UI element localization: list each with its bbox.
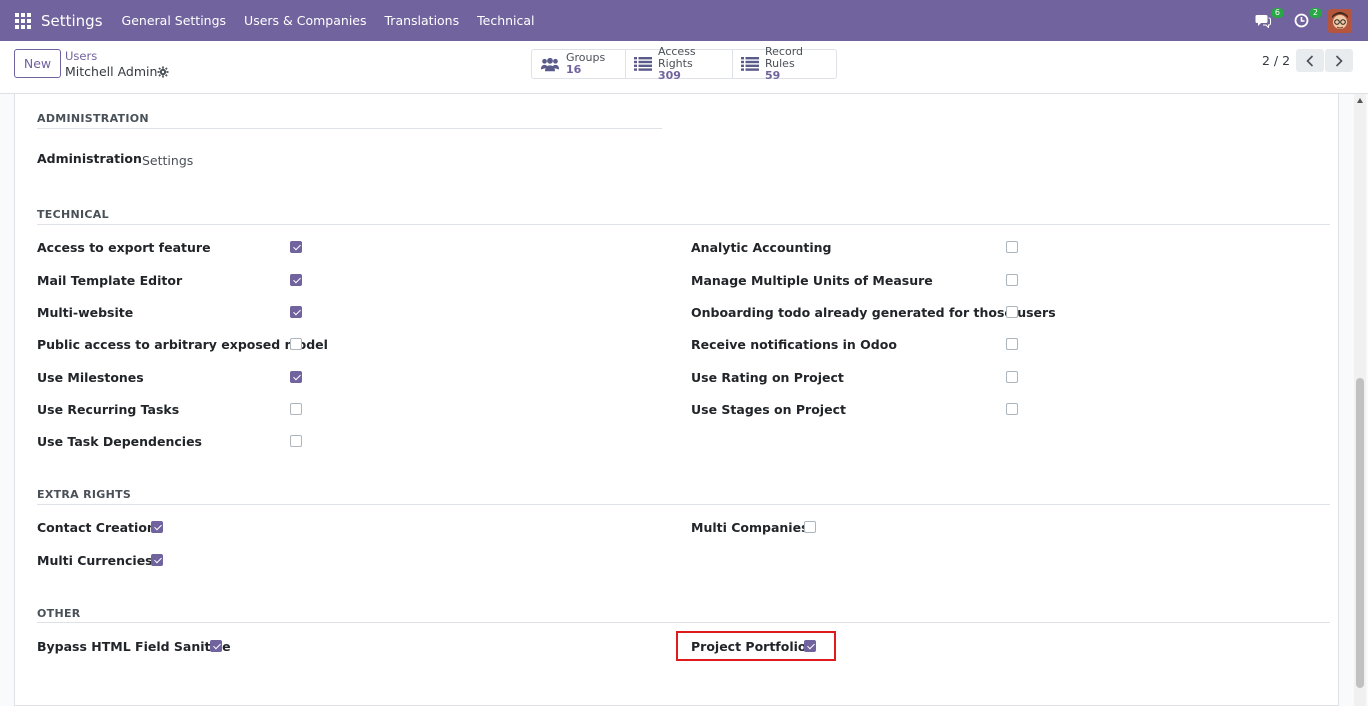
activities-button[interactable]: 2 — [1290, 7, 1322, 32]
field-label: Receive notifications in Odoo — [691, 337, 897, 352]
users-icon — [540, 56, 560, 72]
checkbox-multi-currencies[interactable] — [151, 554, 163, 566]
access-rights-smart-button[interactable]: Access Rights 309 — [626, 46, 733, 82]
scroll-up-arrow-icon[interactable] — [1357, 98, 1363, 103]
checkbox-mail-template-editor[interactable] — [290, 274, 302, 286]
access-rights-label: Access Rights — [658, 45, 696, 70]
section-divider — [37, 622, 1330, 623]
field-label: Multi Currencies — [37, 553, 153, 568]
messages-count-badge: 6 — [1270, 7, 1284, 18]
field-label: Use Task Dependencies — [37, 434, 202, 449]
checkbox-analytic-accounting[interactable] — [1006, 241, 1018, 253]
record-rules-label: Record Rules — [765, 45, 804, 70]
menu-general-settings[interactable]: General Settings — [122, 13, 227, 28]
chevron-right-icon — [1335, 54, 1343, 67]
clock-icon — [1294, 13, 1308, 28]
new-button[interactable]: New — [14, 49, 61, 78]
checkbox-project-portfolio[interactable] — [804, 640, 816, 652]
checkbox-multi-website[interactable] — [290, 306, 302, 318]
chat-icon — [1255, 14, 1271, 28]
field-label: Multi Companies — [691, 520, 809, 535]
pager-previous-button[interactable] — [1296, 49, 1324, 72]
checkbox-bypass-html-sanitize[interactable] — [210, 640, 222, 652]
field-label: Project Portfolio — [691, 639, 807, 654]
pager-value[interactable]: 2 / 2 — [1262, 53, 1290, 68]
section-divider — [37, 128, 662, 129]
access-rights-count: 309 — [658, 69, 681, 82]
vertical-scrollbar[interactable] — [1354, 94, 1366, 706]
gear-icon[interactable] — [157, 66, 169, 78]
breadcrumb-users[interactable]: Users — [65, 49, 97, 63]
administration-label: Administration — [37, 151, 142, 166]
field-label: Public access to arbitrary exposed model — [37, 337, 328, 352]
control-panel: New Users Mitchell Admin Groups 16 Acces… — [0, 41, 1368, 94]
menu-users-companies[interactable]: Users & Companies — [244, 13, 366, 28]
app-title[interactable]: Settings — [41, 12, 103, 30]
section-title-other: OTHER — [37, 607, 81, 620]
checkbox-access-export[interactable] — [290, 241, 302, 253]
field-label: Analytic Accounting — [691, 240, 832, 255]
scrollbar-thumb[interactable] — [1356, 378, 1364, 688]
menu-technical[interactable]: Technical — [477, 13, 534, 28]
breadcrumb-current: Mitchell Admin — [65, 64, 158, 79]
apps-menu-icon[interactable] — [15, 12, 31, 29]
field-label: Access to export feature — [37, 240, 211, 255]
field-label: Mail Template Editor — [37, 273, 183, 288]
checkbox-multi-companies[interactable] — [804, 521, 816, 533]
list-icon — [634, 56, 652, 72]
checkbox-contact-creation[interactable] — [151, 521, 163, 533]
checkbox-public-access[interactable] — [290, 338, 302, 350]
chevron-left-icon — [1306, 54, 1314, 67]
checkbox-units-of-measure[interactable] — [1006, 274, 1018, 286]
pager-next-button[interactable] — [1325, 49, 1353, 72]
activities-count-badge: 2 — [1308, 7, 1322, 18]
messages-button[interactable]: 6 — [1252, 7, 1284, 32]
menu-translations[interactable]: Translations — [385, 13, 460, 28]
checkbox-onboarding-todo[interactable] — [1006, 306, 1018, 318]
checkbox-notifications-odoo[interactable] — [1006, 338, 1018, 350]
form-sheet — [14, 94, 1339, 706]
checkbox-task-dependencies[interactable] — [290, 435, 302, 447]
checkbox-rating-project[interactable] — [1006, 371, 1018, 383]
top-navbar: Settings General Settings Users & Compan… — [0, 0, 1368, 41]
field-label: Use Rating on Project — [691, 370, 844, 385]
checkbox-use-milestones[interactable] — [290, 371, 302, 383]
record-rules-smart-button[interactable]: Record Rules 59 — [733, 46, 836, 82]
checkbox-recurring-tasks[interactable] — [290, 403, 302, 415]
field-label: Use Milestones — [37, 370, 144, 385]
section-title-administration: ADMINISTRATION — [37, 112, 149, 125]
section-title-extra-rights: EXTRA RIGHTS — [37, 488, 132, 501]
field-label: Use Stages on Project — [691, 402, 846, 417]
section-divider — [37, 504, 1330, 505]
field-label: Multi-website — [37, 305, 134, 320]
field-label: Bypass HTML Field Sanitize — [37, 639, 231, 654]
groups-smart-button[interactable]: Groups 16 — [532, 50, 626, 78]
user-avatar[interactable] — [1328, 8, 1352, 33]
field-label: Manage Multiple Units of Measure — [691, 273, 933, 288]
section-divider — [37, 224, 1330, 225]
list-icon — [741, 56, 759, 72]
field-label: Contact Creation — [37, 520, 156, 535]
record-rules-count: 59 — [765, 69, 781, 82]
checkbox-stages-project[interactable] — [1006, 403, 1018, 415]
field-label: Use Recurring Tasks — [37, 402, 180, 417]
groups-count: 16 — [566, 63, 582, 76]
administration-select[interactable]: Settings — [142, 153, 193, 168]
smart-buttons: Groups 16 Access Rights 309 Record Rules… — [531, 46, 837, 82]
section-title-technical: TECHNICAL — [37, 208, 109, 221]
field-label: Onboarding todo already generated for th… — [691, 305, 1056, 320]
